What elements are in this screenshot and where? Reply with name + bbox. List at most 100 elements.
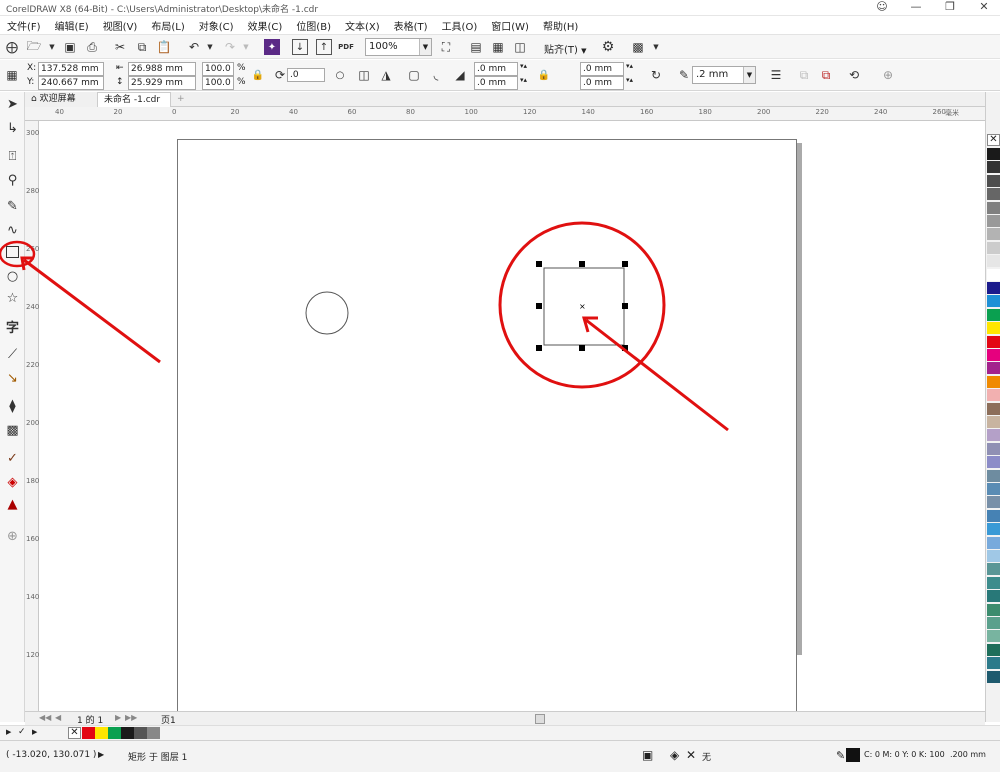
cut-icon[interactable]: ✂ <box>112 39 128 55</box>
zoom-level-select[interactable]: 100% ▼ <box>365 38 432 56</box>
color-swatch[interactable] <box>987 148 1000 160</box>
spin-icon[interactable]: ▾▴ <box>626 76 633 84</box>
color-swatch[interactable] <box>987 322 1000 335</box>
tab-untitled-document[interactable]: 未命名 -1.cdr <box>97 92 171 107</box>
ellipse-tool-icon[interactable]: ○ <box>4 268 21 285</box>
color-swatch[interactable] <box>987 255 1000 268</box>
outline-pen-icon[interactable]: ✎ <box>836 749 845 762</box>
previous-page-icon[interactable]: ◀ <box>55 713 61 722</box>
add-tool-icon[interactable]: ⊕ <box>4 528 21 545</box>
undo-dropdown-icon[interactable]: ▼ <box>202 39 218 55</box>
menu-view[interactable]: 视图(V) <box>103 18 138 33</box>
freehand-tool-icon[interactable]: ✎ <box>4 198 21 215</box>
drop-shadow-tool-icon[interactable]: ⧫ <box>4 398 21 415</box>
color-swatch[interactable] <box>987 429 1000 442</box>
arrow-right-icon[interactable]: ▶ <box>98 750 104 759</box>
outline-width-select[interactable]: .2 mm ▼ <box>692 66 756 84</box>
mirror-vertical-icon[interactable]: ◮ <box>378 67 394 83</box>
color-swatch[interactable] <box>987 657 1000 670</box>
round-corner-icon[interactable]: ▢ <box>406 67 422 83</box>
color-swatch[interactable] <box>987 215 1000 227</box>
eyedropper-icon[interactable]: ✓ <box>18 727 26 737</box>
pick-tool-icon[interactable]: ➤ <box>4 96 21 113</box>
y-position-field[interactable]: 240.667 mm <box>38 76 104 90</box>
document-color-swatch[interactable] <box>134 727 147 739</box>
show-rulers-icon[interactable]: ▤ <box>468 39 484 55</box>
color-swatch[interactable] <box>987 509 1000 522</box>
color-swatch[interactable] <box>987 442 1000 455</box>
color-proofing-icon[interactable]: ▣ <box>642 748 653 762</box>
full-screen-icon[interactable]: ⛶ <box>438 39 454 55</box>
search-content-icon[interactable]: ✦ <box>264 39 280 55</box>
color-swatch[interactable] <box>987 308 1000 321</box>
print-icon[interactable]: ⎙ <box>84 39 100 55</box>
parallel-dimension-tool-icon[interactable]: ⟋ <box>4 346 21 363</box>
rotation-icon[interactable]: ⟳ <box>272 67 288 83</box>
show-guidelines-icon[interactable]: ◫ <box>512 39 528 55</box>
import-icon[interactable]: ↓ <box>292 39 308 55</box>
scale-y-field[interactable]: 100.0 <box>202 76 234 90</box>
document-color-swatch[interactable] <box>147 727 160 739</box>
color-swatch[interactable] <box>987 161 1000 174</box>
smart-fill-tool-icon[interactable]: ▲ <box>4 496 21 513</box>
text-tool-icon[interactable]: 字 <box>4 318 21 336</box>
close-button[interactable]: ✕ <box>974 0 994 14</box>
color-swatch[interactable] <box>987 523 1000 536</box>
menu-text[interactable]: 文本(X) <box>345 18 380 33</box>
chevron-down-icon[interactable]: ▼ <box>648 39 664 55</box>
to-back-icon[interactable]: ⧉ <box>818 67 834 83</box>
rotation-angle-field[interactable]: .0 <box>287 68 325 82</box>
color-swatch[interactable] <box>987 670 1000 683</box>
spin-icon[interactable]: ▾▴ <box>520 76 527 84</box>
text-wrap-icon[interactable]: ☰ <box>768 67 784 83</box>
eyedropper-tool-icon[interactable]: ✓ <box>4 450 21 467</box>
open-folder-icon[interactable]: 🗁 <box>26 39 42 55</box>
menu-object[interactable]: 对象(C) <box>199 18 234 33</box>
fill-bucket-icon[interactable]: ◈ <box>670 748 679 762</box>
menu-help[interactable]: 帮助(H) <box>543 18 578 33</box>
convert-to-curves-icon[interactable]: ⟲ <box>846 67 862 83</box>
connector-tool-icon[interactable]: ↘ <box>4 370 21 387</box>
artistic-media-tool-icon[interactable]: ∿ <box>4 222 21 239</box>
no-color-swatch[interactable]: ✕ <box>987 134 1000 146</box>
person-icon[interactable]: ☺ <box>872 0 892 14</box>
mirror-horizontal-icon[interactable]: ◫ <box>356 67 372 83</box>
chamfered-corner-icon[interactable]: ◢ <box>452 67 468 83</box>
menu-edit[interactable]: 编辑(E) <box>55 18 89 33</box>
spin-icon[interactable]: ▾▴ <box>626 62 633 70</box>
publish-pdf-icon[interactable]: PDF <box>338 39 354 55</box>
menu-effects[interactable]: 效果(C) <box>248 18 283 33</box>
height-field[interactable]: 25.929 mm <box>128 76 196 90</box>
lock-corners-icon[interactable]: 🔒 <box>536 67 552 83</box>
chevron-down-icon[interactable]: ▼ <box>44 39 60 55</box>
next-page-icon[interactable]: ▶ <box>115 713 121 722</box>
copy-icon[interactable]: ⧉ <box>134 39 150 55</box>
color-swatch[interactable] <box>987 362 1000 375</box>
color-swatch[interactable] <box>987 375 1000 388</box>
tab-welcome-screen[interactable]: ⌂ 欢迎屏幕 <box>25 92 97 107</box>
width-field[interactable]: 26.988 mm <box>128 62 196 76</box>
x-position-field[interactable]: 137.528 mm <box>38 62 104 76</box>
save-icon[interactable]: ▣ <box>62 39 78 55</box>
gear-icon[interactable]: ⚙ <box>600 39 616 55</box>
document-color-swatch[interactable] <box>95 727 108 739</box>
zoom-tool-icon[interactable]: ⚲ <box>4 172 21 189</box>
lock-ratio-icon[interactable]: 🔒 <box>250 67 266 83</box>
expand-icon[interactable]: ▶ <box>32 728 37 736</box>
paste-icon[interactable]: 📋 <box>156 39 172 55</box>
color-swatch[interactable] <box>987 536 1000 549</box>
corner-radius-top-right-field[interactable]: .0 mm <box>580 62 624 76</box>
color-swatch[interactable] <box>987 456 1000 469</box>
palette-menu-icon[interactable]: ▶ <box>6 728 11 736</box>
document-color-swatch[interactable] <box>108 727 121 739</box>
show-grid-icon[interactable]: ▦ <box>490 39 506 55</box>
add-icon[interactable]: ⊕ <box>880 67 896 83</box>
color-swatch[interactable] <box>987 550 1000 562</box>
color-swatch[interactable] <box>987 335 1000 348</box>
menu-bitmaps[interactable]: 位图(B) <box>296 18 331 33</box>
corner-radius-bottom-right-field[interactable]: .0 mm <box>580 76 624 90</box>
last-page-icon[interactable]: ▶▶ <box>125 713 137 722</box>
color-swatch[interactable] <box>987 603 1000 616</box>
color-swatch[interactable] <box>987 563 1000 576</box>
color-swatch[interactable] <box>987 402 1000 415</box>
